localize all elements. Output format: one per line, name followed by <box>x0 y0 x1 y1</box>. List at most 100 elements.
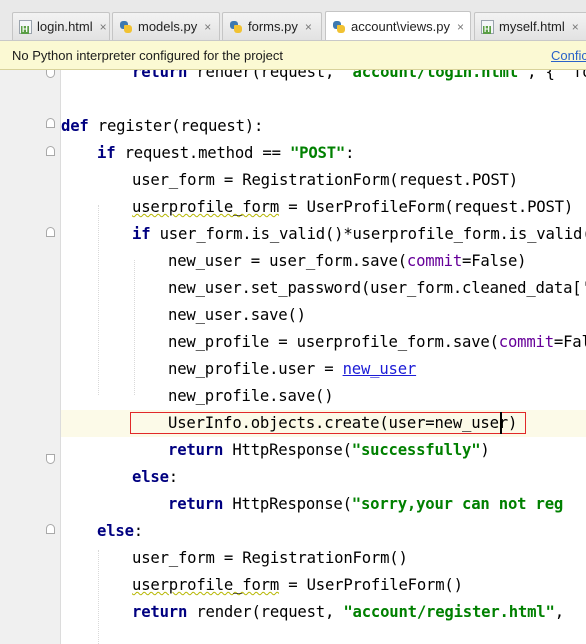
close-icon[interactable]: × <box>305 20 312 34</box>
code-text: user_form = RegistrationForm(request.POS… <box>132 171 518 189</box>
editor-gutter <box>0 70 61 644</box>
code-text: ) <box>480 441 490 459</box>
code-keyword: else <box>97 522 134 540</box>
fold-end-icon[interactable] <box>46 70 55 78</box>
code-line: if user_form.is_valid()*userprofile_form… <box>132 221 586 248</box>
html-file-icon <box>19 19 32 34</box>
code-text: = UserProfileForm(request.POST) <box>279 198 574 216</box>
code-line: def register(request): <box>61 113 263 140</box>
code-line: new_user = user_form.save(commit=False) <box>168 248 527 275</box>
code-text: request.method == <box>115 144 290 162</box>
code-line: userprofile_form = UserProfileForm() <box>132 572 463 599</box>
indent-guide <box>98 205 99 395</box>
fold-start-icon[interactable] <box>46 146 55 156</box>
close-icon[interactable]: × <box>572 20 579 34</box>
fold-start-icon[interactable] <box>46 227 55 237</box>
code-line: new_profile = userprofile_form.save(comm… <box>168 329 586 356</box>
code-line: new_profile.save() <box>168 383 334 410</box>
python-file-icon <box>332 20 346 34</box>
code-warning-text: userprofile_form <box>132 198 280 216</box>
indent-guide <box>98 550 99 644</box>
code-line: user_form = RegistrationForm() <box>132 545 408 572</box>
code-string: 'account/login.html' <box>343 70 528 81</box>
code-text: render(request, <box>187 603 344 621</box>
code-text: new_profile.save() <box>168 387 334 405</box>
text-caret <box>500 412 502 434</box>
code-string: "successfully" <box>351 441 481 459</box>
fold-end-icon[interactable] <box>46 454 55 464</box>
highlight-box <box>130 412 526 434</box>
tab-label: forms.py <box>248 19 298 34</box>
close-icon[interactable]: × <box>100 20 107 34</box>
code-editor[interactable]: return render(request, 'account/login.ht… <box>0 70 586 644</box>
code-text: = UserProfileForm() <box>279 576 463 594</box>
tab-models-py[interactable]: models.py × <box>112 12 220 40</box>
code-text: =False) <box>462 252 527 270</box>
tab-label: account\views.py <box>351 19 450 34</box>
close-icon[interactable]: × <box>204 20 211 34</box>
code-keyword: if <box>97 144 116 162</box>
code-line: return HttpResponse("sorry,your can not … <box>168 491 563 518</box>
code-warning-text: userprofile_form <box>132 576 280 594</box>
code-line: new_user.save() <box>168 302 306 329</box>
code-line: return HttpResponse("successfully") <box>168 437 490 464</box>
configure-interpreter-link[interactable]: Confic <box>551 48 586 63</box>
code-string: "account/register.html" <box>343 603 555 621</box>
code-line: new_profile.user = new_user <box>168 356 416 383</box>
code-text: new_user = user_form.save( <box>168 252 407 270</box>
tab-label: myself.html <box>499 19 565 34</box>
code-string: "POST" <box>289 144 346 162</box>
code-string: "sorry,your can not reg <box>351 495 564 513</box>
code-line: userprofile_form = UserProfileForm(reque… <box>132 194 573 221</box>
code-text: new_user.save() <box>168 306 306 324</box>
code-text: , { 'fo <box>527 70 586 81</box>
indent-guide <box>134 260 135 395</box>
code-keyword: return <box>132 70 188 81</box>
fold-start-icon[interactable] <box>46 524 55 534</box>
code-line: user_form = RegistrationForm(request.POS… <box>132 167 518 194</box>
close-icon[interactable]: × <box>457 20 464 34</box>
tab-login-html[interactable]: login.html × <box>12 12 110 40</box>
code-text: : <box>168 468 178 486</box>
code-keyword: else <box>132 468 169 486</box>
code-text: , <box>554 603 564 621</box>
code-text: new_profile = userprofile_form.save( <box>168 333 499 351</box>
fold-start-icon[interactable] <box>46 118 55 128</box>
code-line: if request.method == "POST": <box>97 140 355 167</box>
interpreter-notification-bar: No Python interpreter configured for the… <box>0 41 586 70</box>
code-text: : <box>345 144 355 162</box>
notification-message: No Python interpreter configured for the… <box>12 48 283 63</box>
code-param: commit <box>498 333 554 351</box>
html-file-icon <box>481 19 494 34</box>
code-text: =False <box>553 333 586 351</box>
code-text: new_user.set_password(user_form.cleaned_… <box>168 279 586 297</box>
code-line: new_user.set_password(user_form.cleaned_… <box>168 275 586 302</box>
code-line: return render(request, 'account/login.ht… <box>132 70 586 86</box>
tab-myself-html[interactable]: myself.html × <box>474 12 586 40</box>
code-reference-link[interactable]: new_user <box>343 360 417 378</box>
code-keyword: def <box>61 117 89 135</box>
code-keyword: return <box>168 495 224 513</box>
code-text: : <box>133 522 143 540</box>
code-keyword: if <box>132 225 151 243</box>
code-line: return render(request, "account/register… <box>132 599 564 626</box>
python-file-icon <box>229 20 243 34</box>
tab-label: models.py <box>138 19 198 34</box>
python-file-icon <box>119 20 133 34</box>
code-keyword: return <box>132 603 188 621</box>
code-param: commit <box>406 252 463 270</box>
code-keyword: return <box>168 441 224 459</box>
code-text: user_form = RegistrationForm() <box>132 549 408 567</box>
code-text: HttpResponse( <box>223 495 352 513</box>
tab-label: login.html <box>37 19 93 34</box>
tab-forms-py[interactable]: forms.py × <box>222 12 322 40</box>
code-line: else: <box>132 464 178 491</box>
code-text: HttpResponse( <box>223 441 352 459</box>
editor-tab-bar: login.html × models.py × forms.py × acco… <box>0 0 586 41</box>
code-text: new_profile.user = <box>168 360 343 378</box>
code-text: user_form.is_valid()*userprofile_form.is… <box>150 225 586 243</box>
code-line: else: <box>97 518 143 545</box>
tab-account-views-py[interactable]: account\views.py × <box>325 11 471 40</box>
code-text: render(request, <box>187 70 344 81</box>
code-text: register(request): <box>88 117 264 135</box>
